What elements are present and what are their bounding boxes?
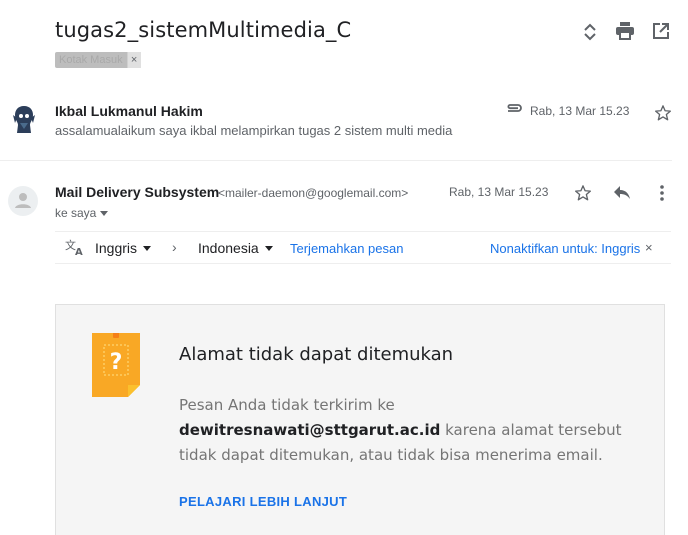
source-language-label: Inggris [95,240,138,256]
label-chip[interactable]: Kotak Masuk × [55,52,141,68]
translate-message-link[interactable]: Terjemahkan pesan [290,241,403,256]
message-date: Rab, 13 Mar 15.23 [449,185,549,199]
chevron-right-icon: › [172,239,177,255]
thread-subject: tugas2_sistemMultimedia_C [55,18,352,42]
target-language-label: Indonesia [198,240,259,256]
expand-collapse-icon[interactable] [578,20,602,44]
bounce-title: Alamat tidak dapat ditemukan [179,344,454,365]
sender-email: <mailer-daemon@googlemail.com> [218,186,409,200]
chevron-down-icon [143,245,152,251]
star-icon[interactable] [651,101,675,125]
message-snippet[interactable]: assalamualaikum saya ikbal melampirkan t… [55,123,452,138]
translate-icon: 文 A [65,238,85,261]
message-date: Rab, 13 Mar 15.23 [530,104,630,118]
disable-translation-link[interactable]: Nonaktifkan untuk: Inggris [490,241,640,256]
bounce-body: Pesan Anda tidak terkirim ke dewitresnaw… [179,393,639,468]
attachment-icon [505,101,523,115]
bounce-body-prefix: Pesan Anda tidak terkirim ke [179,396,395,414]
recipient-label: ke saya [55,206,97,220]
reply-icon[interactable] [610,181,634,205]
sender-avatar[interactable] [8,103,40,137]
chevron-down-icon [264,245,273,251]
sender-name[interactable]: Mail Delivery Subsystem [55,184,219,200]
question-note-icon: ? [92,332,140,397]
chevron-down-icon[interactable] [100,210,109,216]
recipient-details[interactable]: ke saya [55,206,109,220]
learn-more-link[interactable]: PELAJARI LEBIH LANJUT [179,494,347,509]
target-language-select[interactable]: Indonesia [198,240,273,256]
remove-label-button[interactable]: × [126,52,141,68]
bounce-address: dewitresnawati@sttgarut.ac.id [179,421,441,439]
print-icon[interactable] [613,19,637,43]
close-translate-bar-button[interactable]: × [645,240,653,255]
default-avatar[interactable] [8,186,38,216]
source-language-select[interactable]: Inggris [95,240,152,256]
message-divider [0,160,672,161]
star-icon[interactable] [571,181,595,205]
sender-name[interactable]: Ikbal Lukmanul Hakim [55,103,203,119]
open-new-window-icon[interactable] [649,19,673,43]
svg-text:?: ? [110,350,123,375]
label-chip-text: Kotak Masuk [59,54,123,66]
svg-text:A: A [75,247,83,256]
more-options-icon[interactable] [650,181,674,205]
